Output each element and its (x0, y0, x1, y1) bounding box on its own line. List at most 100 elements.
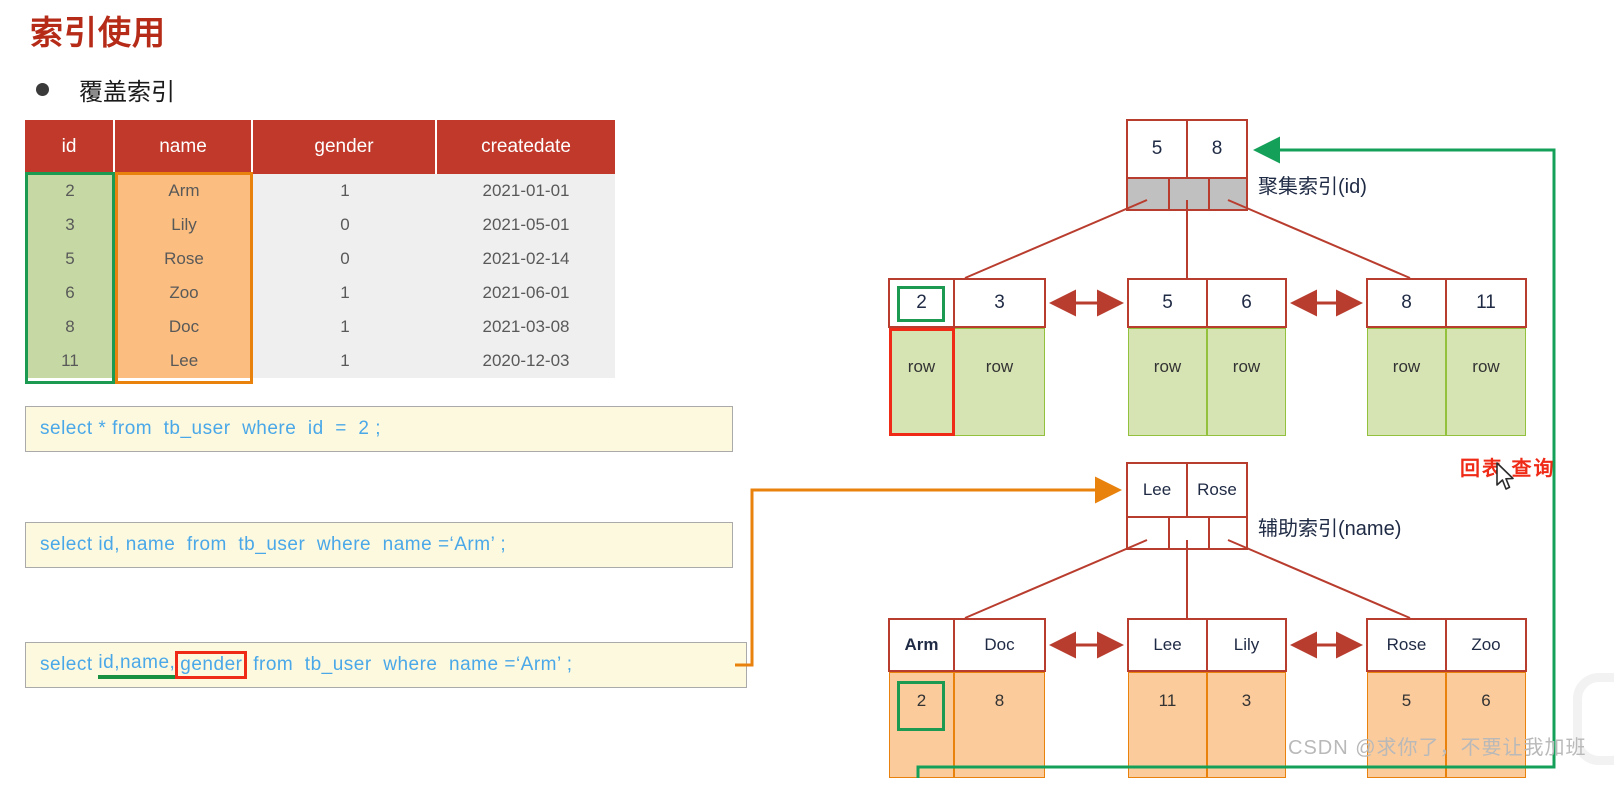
cell-name: Lee (115, 344, 253, 378)
clustered-root-key-1: 8 (1211, 138, 1223, 159)
cell-createdate: 2020-12-03 (437, 344, 615, 378)
table-header-row: id name gender createdate (25, 120, 615, 174)
mouse-cursor-icon (1496, 462, 1514, 490)
cell-id: 6 (25, 276, 115, 310)
sql-3-covered-columns: id,name, (98, 652, 176, 679)
cell-name: Rose (115, 242, 253, 276)
secondary-leaf-0-ids: 2 8 (889, 672, 1045, 778)
sql-statement-1[interactable]: select * from tb_user where id = 2 ; (25, 406, 733, 452)
table-row: 2 Arm 1 2021-01-01 (25, 174, 615, 208)
cell-gender: 1 (253, 276, 437, 310)
secondary-root-pointer-2 (1210, 518, 1246, 548)
table-row: 6 Zoo 1 2021-06-01 (25, 276, 615, 310)
secondary-leaf-0: Arm Doc (888, 618, 1046, 672)
clustered-leaf-0-row-0: row (889, 328, 954, 436)
secondary-leaf-2-id-0: 5 (1367, 672, 1446, 778)
cell-gender: 0 (253, 208, 437, 242)
csdn-watermark: CSDN @求你了，不要让我加班 (1288, 737, 1587, 759)
column-header-name: name (115, 120, 253, 174)
clustered-leaf-2: 8 11 (1366, 278, 1527, 328)
clustered-leaf-2-key-1: 11 (1476, 292, 1496, 313)
secondary-index-label: 辅助索引(name) (1258, 518, 1402, 540)
secondary-leaf-0-key-0: Arm (890, 620, 955, 670)
clustered-leaf-1-row-0: row (1128, 328, 1207, 436)
clustered-tree-edges (964, 199, 1411, 279)
column-header-gender: gender (253, 120, 437, 174)
clustered-leaf-1-key-1: 6 (1241, 292, 1252, 313)
clustered-leaf-1-row-1: row (1207, 328, 1286, 436)
sql-3-suffix: from tb_user where name =‘Arm’ ; (247, 654, 573, 675)
clustered-leaf-1-key-0: 5 (1129, 280, 1208, 326)
cell-createdate: 2021-06-01 (437, 276, 615, 310)
secondary-leaf-0-key-1: Doc (984, 635, 1015, 654)
secondary-leaf-2-key-1: Zoo (1471, 635, 1501, 654)
table-row: 5 Rose 0 2021-02-14 (25, 242, 615, 276)
cell-id: 3 (25, 208, 115, 242)
cell-gender: 0 (253, 242, 437, 276)
column-header-createdate: createdate (437, 120, 615, 174)
secondary-leaf-0-id-0: 2 (889, 672, 954, 778)
cell-id: 8 (25, 310, 115, 344)
clustered-leaf-0-key-1: 3 (994, 292, 1005, 313)
cell-createdate: 2021-02-14 (437, 242, 615, 276)
clustered-leaf-2-key-0: 8 (1368, 280, 1447, 326)
clustered-leaf-0-key-0: 2 (890, 280, 955, 326)
clustered-leaf-2-row-0: row (1367, 328, 1446, 436)
page-title: 索引使用 (30, 14, 166, 51)
secondary-leaf-0-id-1: 8 (954, 672, 1045, 778)
clustered-leaf-0-rows: row row (889, 328, 1045, 436)
table-row: 11 Lee 1 2020-12-03 (25, 344, 615, 378)
secondary-leaf-2-ids: 5 6 (1367, 672, 1526, 778)
clustered-leaf-0-row-1: row (954, 328, 1045, 436)
secondary-root-key-1: Rose (1197, 480, 1237, 499)
clustered-root-key-0: 5 (1128, 121, 1188, 177)
cell-id: 2 (25, 174, 115, 208)
secondary-leaf-1-id-1: 3 (1207, 672, 1286, 778)
secondary-leaf-1-key-1: Lily (1233, 635, 1260, 654)
clustered-leaf-2-rows: row row (1367, 328, 1526, 436)
cell-id: 5 (25, 242, 115, 276)
cell-name: Lily (115, 208, 253, 242)
sql-statement-3[interactable]: select id,name, gender from tb_user where… (25, 642, 747, 688)
sql-3-prefix: select (40, 654, 99, 675)
secondary-root-node: Lee Rose (1126, 462, 1248, 518)
secondary-root-pointer-1 (1170, 518, 1210, 548)
secondary-leaf-1: Lee Lily (1127, 618, 1287, 672)
secondary-leaf-1-id-0: 11 (1128, 672, 1207, 778)
secondary-leaf-2-id-1: 6 (1446, 672, 1526, 778)
secondary-root-pointer-0 (1128, 518, 1170, 548)
table-row: 3 Lily 0 2021-05-01 (25, 208, 615, 242)
cell-name: Arm (115, 174, 253, 208)
cell-name: Zoo (115, 276, 253, 310)
bullet-dot-icon (36, 83, 49, 96)
cell-createdate: 2021-03-08 (437, 310, 615, 344)
sql-statement-2[interactable]: select id, name from tb_user where name … (25, 522, 733, 568)
column-header-id: id (25, 120, 115, 174)
table-row: 8 Doc 1 2021-03-08 (25, 310, 615, 344)
secondary-leaf-2-key-0: Rose (1368, 620, 1447, 670)
cell-gender: 1 (253, 344, 437, 378)
cell-id: 11 (25, 344, 115, 378)
cell-createdate: 2021-05-01 (437, 208, 615, 242)
clustered-index-label: 聚集索引(id) (1258, 176, 1367, 198)
slide-canvas: 索引使用 覆盖索引 id name gender createdate 2 Arm… (0, 0, 1614, 787)
clustered-leaf-1-rows: row row (1128, 328, 1286, 436)
secondary-leaf-2: Rose Zoo (1366, 618, 1527, 672)
tb-user-table: id name gender createdate 2 Arm 1 2021-01-0… (25, 120, 615, 378)
cell-gender: 1 (253, 310, 437, 344)
secondary-leaf-1-ids: 11 3 (1128, 672, 1286, 778)
clustered-leaf-0: 2 3 (888, 278, 1046, 328)
sql-2-text: select id, name from tb_user where name … (40, 534, 507, 555)
clustered-leaf-2-row-1: row (1446, 328, 1526, 436)
bullet-row: 覆盖索引 (36, 72, 175, 107)
cell-gender: 1 (253, 174, 437, 208)
cell-name: Doc (115, 310, 253, 344)
clustered-root-pointer-bar (1126, 179, 1248, 211)
clustered-leaf-1: 5 6 (1127, 278, 1287, 328)
sql-3-gender-highlight: gender (175, 651, 248, 679)
secondary-root-pointer-bar (1126, 518, 1248, 550)
cell-createdate: 2021-01-01 (437, 174, 615, 208)
clustered-root-node: 5 8 (1126, 119, 1248, 179)
secondary-leaf-1-key-0: Lee (1129, 620, 1208, 670)
secondary-tree-edges (964, 539, 1411, 619)
